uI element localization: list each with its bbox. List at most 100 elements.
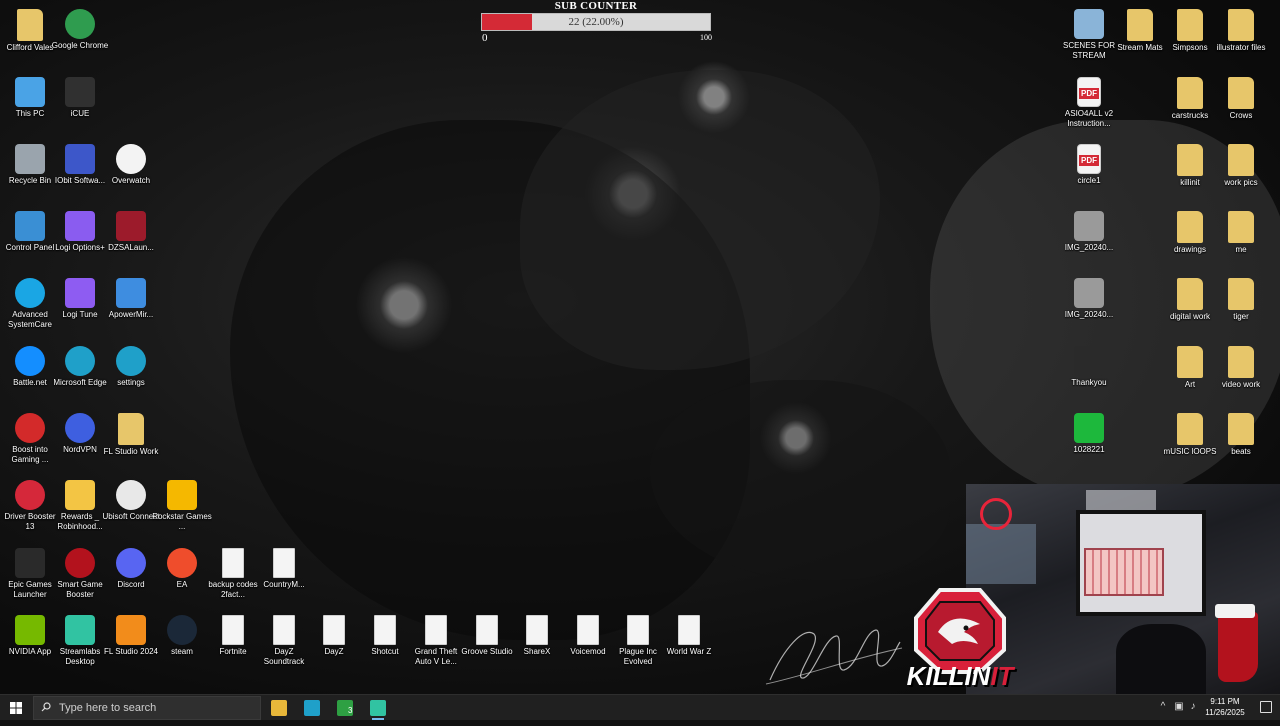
sub-counter-progress-bar: 22 (22.00%) [481,13,711,31]
recycle-bin-icon [15,144,45,174]
streamlabs-icon [65,615,95,645]
folder-icon [1177,9,1203,41]
taskbar-search-box[interactable]: Type here to search [33,696,261,720]
system-tray: ^ ▣ ♪ 9:11 PM 11/26/2025 [1150,695,1280,721]
desktop-icon-label: Overwatch [111,176,151,185]
wallpaper-crow-top [520,70,880,370]
taskbar-clock[interactable]: 9:11 PM 11/26/2025 [1202,696,1248,718]
desktop-icon[interactable]: IMG_20240... [1059,206,1119,270]
folder-icon [1177,211,1203,243]
iobit-icon [65,144,95,174]
desktop-icon[interactable]: beats [1211,408,1271,472]
file-explorer-icon [271,700,287,716]
folder-icon [1177,144,1203,176]
pdf-icon [1077,144,1101,174]
webcam-ring-light [980,498,1012,530]
document-icon [222,615,244,645]
sub-counter-widget: SUB COUNTER 22 (22.00%) 0 100 [480,0,712,46]
folder-icon [1228,413,1254,445]
wallpaper-crow-bottom [650,380,950,580]
clock-time: 9:11 PM [1210,697,1240,706]
taskbar-app-button[interactable] [297,696,327,720]
desktop-icon[interactable]: Overwatch [101,139,161,203]
taskbar-app-button[interactable] [363,696,393,720]
search-placeholder: Type here to search [59,702,157,714]
desktop-icon[interactable]: settings [101,341,161,405]
search-icon [41,702,51,712]
desktop-icon-label: me [1235,245,1247,254]
desktop-icon[interactable]: FL Studio Work [101,408,161,472]
nvidia-icon [15,615,45,645]
christmas-stocking [1215,604,1258,682]
desktop-icon[interactable]: Rockstar Games ... [152,475,212,539]
document-icon [627,615,649,645]
desktop-icon-label: Thankyou [1071,378,1107,387]
advanced-systemcare-icon [15,278,45,308]
desktop-icon[interactable]: 1028221 [1059,408,1119,472]
discord-icon [116,548,146,578]
desktop-icon-label: circle1 [1077,176,1101,185]
document-icon [374,615,396,645]
desktop-icon-label: illustrator files [1216,43,1266,52]
taskbar-app-button[interactable] [264,696,294,720]
desktop-icon[interactable]: illustrator files [1211,4,1271,68]
desktop-icon[interactable]: me [1211,206,1271,270]
edge-icon [65,346,95,376]
document-icon [222,548,244,578]
chevron-up-icon[interactable]: ^ [1158,702,1168,712]
desktop-icon-label: FL Studio Work [103,447,159,456]
desktop-icon-label: CountryM... [263,580,305,589]
dzsa-launcher-icon [116,211,146,241]
desktop-icon[interactable]: DZSALaun... [101,206,161,270]
nordvpn-icon [65,413,95,443]
start-button[interactable] [0,695,32,721]
user-folder-icon [17,9,43,41]
desktop-icon[interactable]: Crows [1211,72,1271,136]
taskbar-app-button[interactable]: 3 [330,696,360,720]
desktop-icon-label: work pics [1224,178,1258,187]
desktop-icon[interactable]: Thankyou [1059,341,1119,405]
desktop-icon[interactable]: Google Chrome [50,4,110,68]
smart-game-booster-icon [65,548,95,578]
desktop-icon[interactable]: iCUE [50,72,110,136]
chrome-icon [65,9,95,39]
desktop-icon-label: tiger [1233,312,1249,321]
webcam-side-monitor [966,524,1036,584]
notification-center-icon[interactable] [1260,701,1272,713]
desktop-icon[interactable]: video work [1211,341,1271,405]
desktop-icon-label: IMG_20240... [1064,310,1114,319]
desktop-icon-label: ASIO4ALL v2 Instruction... [1064,109,1114,128]
desktop-icon[interactable]: ApowerMir... [101,273,161,337]
desktop-icon[interactable]: tiger [1211,273,1271,337]
image-icon [1074,211,1104,241]
windows-logo-icon [10,702,22,714]
desktop-icon[interactable]: CountryM... [254,543,314,607]
desktop-icon[interactable]: IMG_20240... [1059,273,1119,337]
folder-icon [1228,278,1254,310]
edge-settings-icon [116,346,146,376]
clock-date: 11/26/2025 [1205,708,1245,717]
desktop-icon[interactable]: circle1 [1059,139,1119,203]
document-icon [476,615,498,645]
battlenet-icon [15,346,45,376]
desktop-icon[interactable]: World War Z [659,610,719,674]
webcam-person [1116,624,1206,694]
desktop-icon-label: settings [117,378,145,387]
desktop-icon-label: 1028221 [1073,445,1105,454]
desktop-icon-label: beats [1231,447,1251,456]
scenes-icon [1074,9,1104,39]
document-icon [273,615,295,645]
sub-counter-title: SUB COUNTER [554,0,638,12]
desktop-icon-label: Google Chrome [51,41,109,50]
boost-gaming-icon [15,413,45,443]
folder-icon [1228,77,1254,109]
desktop-icon[interactable]: work pics [1211,139,1271,203]
folder-icon [1127,9,1153,41]
document-icon [678,615,700,645]
desktop-icon[interactable]: ASIO4ALL v2 Instruction... [1059,72,1119,136]
speaker-icon[interactable]: ♪ [1188,702,1198,712]
desktop-icon-label: IMG_20240... [1064,243,1114,252]
network-icon[interactable]: ▣ [1174,702,1184,712]
xbox-badge: 3 [348,706,353,715]
sub-counter-max-label: 100 [700,33,712,42]
